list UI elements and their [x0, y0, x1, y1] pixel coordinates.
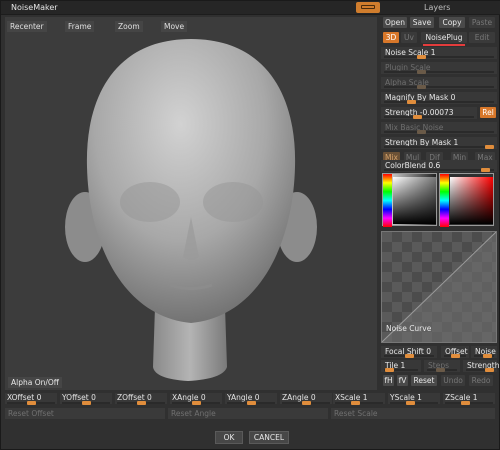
slider-knob[interactable]	[302, 401, 311, 405]
curve-undo-button[interactable]: Undo	[441, 375, 465, 386]
dock-icon	[361, 5, 375, 9]
zscale-slider[interactable]: ZScale 1	[443, 393, 495, 405]
dock-toggle-button[interactable]	[356, 2, 380, 13]
offset-slider[interactable]: Offset	[441, 346, 469, 358]
yoffset-slider[interactable]: YOffset 0	[60, 393, 112, 405]
rel-button[interactable]: Rel	[480, 107, 496, 118]
hue-strip[interactable]	[440, 174, 449, 227]
preview-viewport[interactable]: Recenter Frame Zoom Move Alpha On/Off	[5, 17, 377, 390]
reset-scale-button[interactable]: Reset Scale	[331, 408, 495, 419]
focal-shift-slider[interactable]: Focal Shift 0	[381, 346, 437, 358]
noise-curve-editor[interactable]: Noise Curve	[381, 231, 497, 343]
copy-button[interactable]: Copy	[439, 17, 465, 28]
hue-strip[interactable]	[383, 174, 392, 227]
window-title: NoiseMaker	[11, 3, 58, 12]
slider-track	[384, 131, 494, 133]
reset-offset-button[interactable]: Reset Offset	[5, 408, 165, 419]
slider-knob[interactable]	[461, 401, 470, 405]
slider-track	[384, 116, 474, 118]
slider-knob[interactable]	[417, 55, 426, 59]
sv-square[interactable]	[393, 177, 436, 224]
plugin-scale-slider[interactable]: Plugin Scale	[381, 62, 497, 74]
noiseplug-button[interactable]: NoisePlug	[421, 32, 467, 43]
noise-curve-label: Noise Curve	[386, 324, 432, 333]
noisemaker-dialog: NoiseMaker Layers Recenter Frame Zoom Mo…	[0, 0, 500, 450]
strength-by-mask-slider[interactable]: Strength By Mask 1	[381, 137, 497, 149]
slider-knob[interactable]	[82, 401, 91, 405]
xoffset-label: XOffset 0	[7, 393, 42, 402]
slider-track	[384, 71, 494, 73]
slider-knob[interactable]	[247, 401, 256, 405]
curve-redo-button[interactable]: Redo	[469, 375, 493, 386]
head-model	[65, 39, 317, 381]
slider-knob[interactable]	[27, 401, 36, 405]
slider-knob[interactable]	[485, 368, 494, 372]
slider-knob[interactable]	[417, 85, 426, 89]
curve-reset-button[interactable]: Reset	[411, 375, 437, 386]
noise-slider[interactable]: Noise	[471, 346, 497, 358]
slider-knob[interactable]	[137, 401, 146, 405]
yscale-slider[interactable]: YScale 1	[388, 393, 440, 405]
slider-knob[interactable]	[436, 368, 445, 372]
slider-knob[interactable]	[451, 354, 460, 358]
steps-slider[interactable]: Steps	[424, 360, 460, 372]
title-bar: NoiseMaker Layers	[1, 1, 500, 15]
edit-button[interactable]: Edit	[469, 32, 495, 43]
3d-button[interactable]: 3D	[383, 32, 399, 43]
slider-knob[interactable]	[481, 168, 490, 172]
alpha-scale-slider[interactable]: Alpha Scale	[381, 77, 497, 89]
reset-angle-button[interactable]: Reset Angle	[168, 408, 328, 419]
noiseplug-highlight	[423, 44, 465, 46]
tile-slider[interactable]: Tile 1	[381, 360, 421, 372]
zoffset-slider[interactable]: ZOffset 0	[115, 393, 167, 405]
slider-knob[interactable]	[405, 354, 414, 358]
mix-basic-noise-slider[interactable]: Mix Basic Noise	[381, 122, 497, 134]
slider-knob[interactable]	[485, 145, 494, 149]
xscale-slider[interactable]: XScale 1	[333, 393, 385, 405]
color-blend-slider[interactable]: ColorBlend 0.6	[381, 160, 497, 172]
slider-knob[interactable]	[413, 115, 422, 119]
cancel-button[interactable]: CANCEL	[249, 431, 289, 444]
yangle-slider[interactable]: YAngle 0	[225, 393, 277, 405]
slider-track	[384, 146, 494, 148]
uv-button[interactable]: Uv	[401, 32, 417, 43]
xoffset-slider[interactable]: XOffset 0	[5, 393, 57, 405]
flip-h-button[interactable]: fH	[383, 375, 394, 386]
slider-knob[interactable]	[483, 354, 492, 358]
slider-knob[interactable]	[407, 100, 416, 104]
xangle-slider[interactable]: XAngle 0	[170, 393, 222, 405]
slider-knob[interactable]	[417, 70, 426, 74]
slider-knob[interactable]	[406, 401, 415, 405]
magnify-by-mask-slider[interactable]: Magnify By Mask 0	[381, 92, 497, 104]
slider-knob[interactable]	[192, 401, 201, 405]
open-button[interactable]: Open	[383, 17, 407, 28]
layers-label: Layers	[424, 3, 451, 12]
alpha-onoff-button[interactable]: Alpha On/Off	[8, 377, 62, 388]
zangle-slider[interactable]: ZAngle 0	[280, 393, 332, 405]
slider-knob[interactable]	[385, 368, 394, 372]
flip-v-button[interactable]: fV	[397, 375, 408, 386]
slider-track	[384, 169, 494, 171]
save-button[interactable]: Save	[410, 17, 434, 28]
slider-track	[384, 86, 494, 88]
curve-strength-slider[interactable]: Strength	[463, 360, 499, 372]
color-picker-2[interactable]	[439, 173, 494, 227]
noise-scale-slider[interactable]: Noise Scale 1	[381, 47, 497, 59]
zoffset-label: ZOffset 0	[117, 393, 152, 402]
color-picker-1[interactable]	[382, 173, 437, 227]
slider-track	[384, 56, 494, 58]
paste-button[interactable]: Paste	[469, 17, 495, 28]
slider-knob[interactable]	[351, 401, 360, 405]
strength-slider[interactable]: Strength -0.00073	[381, 107, 477, 119]
slider-knob[interactable]	[417, 130, 426, 134]
sv-square[interactable]	[450, 177, 493, 224]
slider-track	[384, 101, 494, 103]
ok-button[interactable]: OK	[215, 431, 243, 444]
settings-panel: Open Save Copy Paste 3D Uv NoisePlug Edi…	[381, 17, 499, 390]
